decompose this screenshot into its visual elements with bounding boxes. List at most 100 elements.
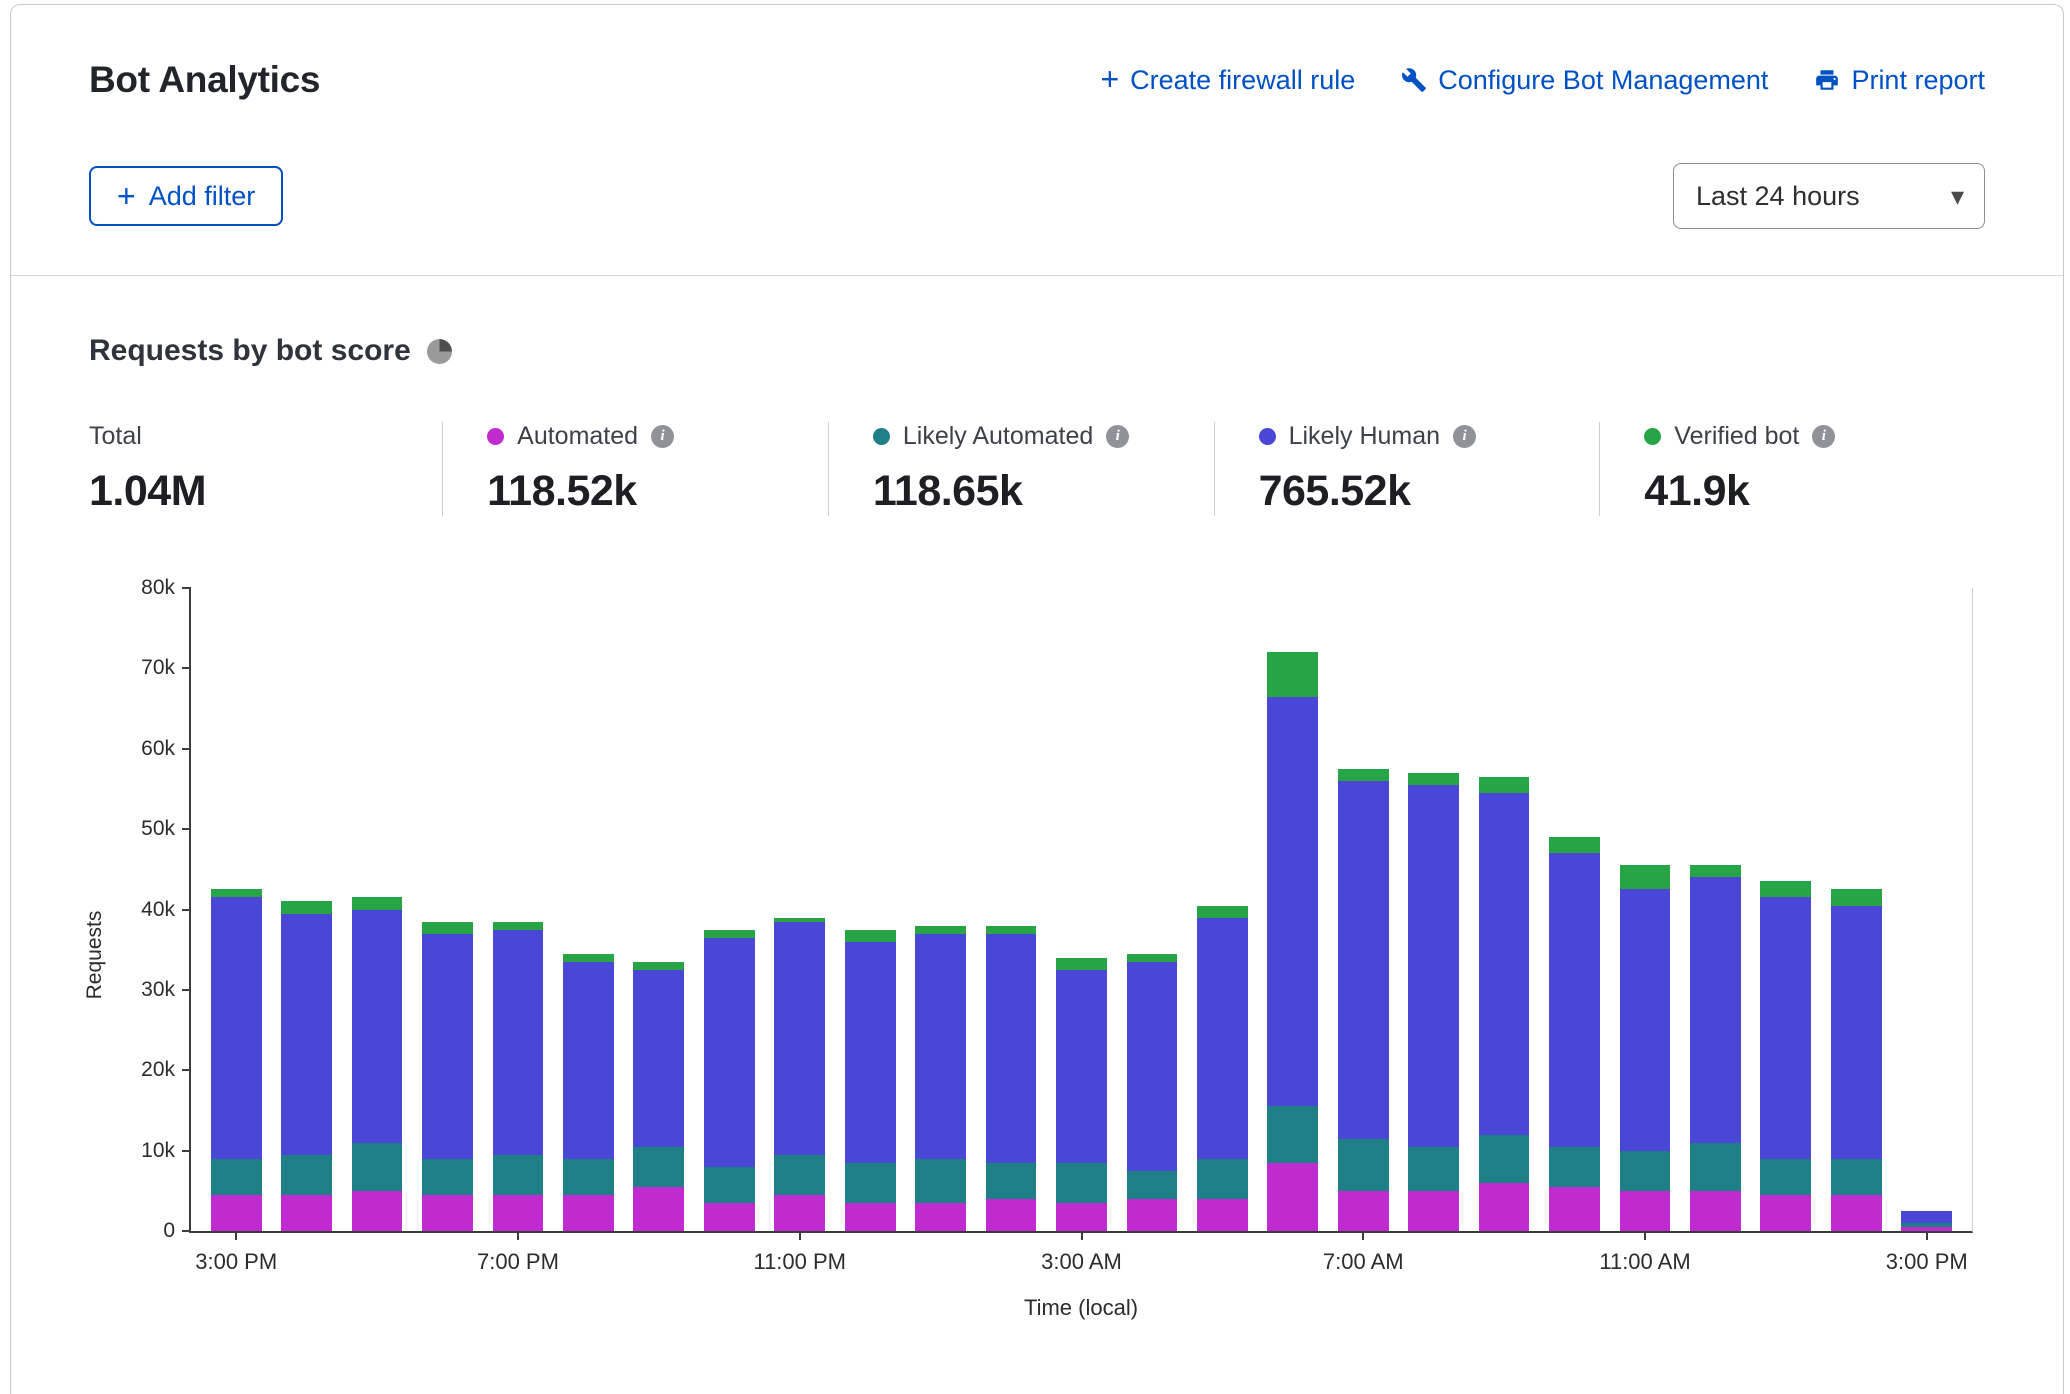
bar-segment-automated[interactable] <box>1831 1195 1882 1231</box>
info-icon[interactable]: i <box>651 425 674 448</box>
bar-segment-likely-human[interactable] <box>1549 853 1600 1146</box>
bar-segment-likely-automated[interactable] <box>563 1159 614 1195</box>
bar-segment-automated[interactable] <box>211 1195 262 1231</box>
bar-segment-automated[interactable] <box>915 1203 966 1231</box>
bar-segment-verified-bot[interactable] <box>422 922 473 934</box>
add-filter-button[interactable]: + Add filter <box>89 166 283 226</box>
bar-segment-verified-bot[interactable] <box>845 930 896 942</box>
bar-segment-likely-human[interactable] <box>1127 962 1178 1171</box>
bar-segment-verified-bot[interactable] <box>1197 906 1248 918</box>
bar-segment-likely-automated[interactable] <box>211 1159 262 1195</box>
bar-segment-likely-automated[interactable] <box>422 1159 473 1195</box>
bar-segment-likely-human[interactable] <box>1620 889 1671 1150</box>
bar-segment-verified-bot[interactable] <box>1760 881 1811 897</box>
info-icon[interactable]: i <box>1453 425 1476 448</box>
stacked-bar-2-00-am[interactable] <box>986 588 1037 1231</box>
bar-segment-likely-automated[interactable] <box>633 1147 684 1187</box>
info-icon[interactable]: i <box>1812 425 1835 448</box>
bar-segment-likely-automated[interactable] <box>281 1155 332 1195</box>
bar-segment-automated[interactable] <box>1338 1191 1389 1231</box>
bar-segment-verified-bot[interactable] <box>1408 773 1459 785</box>
time-range-dropdown[interactable]: Last 24 hours ▾ <box>1673 163 1985 229</box>
bar-segment-verified-bot[interactable] <box>352 897 403 909</box>
bar-segment-automated[interactable] <box>1690 1191 1741 1231</box>
bar-segment-likely-human[interactable] <box>915 934 966 1159</box>
bar-segment-automated[interactable] <box>1760 1195 1811 1231</box>
bar-segment-verified-bot[interactable] <box>563 954 614 962</box>
stacked-bar-3-00-pm[interactable] <box>1901 588 1952 1231</box>
bar-segment-automated[interactable] <box>704 1203 755 1231</box>
bar-segment-verified-bot[interactable] <box>211 889 262 897</box>
bar-segment-likely-human[interactable] <box>633 970 684 1147</box>
bar-segment-likely-human[interactable] <box>1408 785 1459 1147</box>
bar-segment-verified-bot[interactable] <box>1620 865 1671 889</box>
bar-segment-verified-bot[interactable] <box>1479 777 1530 793</box>
stacked-bar-8-00-am[interactable] <box>1408 588 1459 1231</box>
info-icon[interactable]: i <box>1106 425 1129 448</box>
stacked-bar-6-00-pm[interactable] <box>422 588 473 1231</box>
bar-segment-verified-bot[interactable] <box>1690 865 1741 877</box>
stacked-bar-1-00-pm[interactable] <box>1760 588 1811 1231</box>
stacked-bar-8-00-pm[interactable] <box>563 588 614 1231</box>
bar-segment-likely-human[interactable] <box>774 922 825 1155</box>
bar-segment-verified-bot[interactable] <box>1267 652 1318 696</box>
bar-segment-likely-human[interactable] <box>1197 918 1248 1159</box>
bar-segment-likely-automated[interactable] <box>1267 1106 1318 1162</box>
bar-segment-verified-bot[interactable] <box>493 922 544 930</box>
action-link-configure-bot-management[interactable]: Configure Bot Management <box>1401 65 1768 96</box>
bar-segment-likely-automated[interactable] <box>915 1159 966 1203</box>
bar-segment-verified-bot[interactable] <box>704 930 755 938</box>
stacked-bar-3-00-pm[interactable] <box>211 588 262 1231</box>
bar-segment-likely-automated[interactable] <box>1620 1151 1671 1191</box>
stacked-bar-3-00-am[interactable] <box>1056 588 1107 1231</box>
bar-segment-automated[interactable] <box>1267 1163 1318 1231</box>
bar-segment-automated[interactable] <box>1620 1191 1671 1231</box>
bar-segment-likely-automated[interactable] <box>1760 1159 1811 1195</box>
bar-segment-likely-automated[interactable] <box>845 1163 896 1203</box>
stacked-bar-9-00-pm[interactable] <box>633 588 684 1231</box>
bar-segment-likely-human[interactable] <box>281 914 332 1155</box>
bar-segment-likely-human[interactable] <box>1056 970 1107 1163</box>
bar-segment-automated[interactable] <box>1197 1199 1248 1231</box>
bar-segment-likely-human[interactable] <box>986 934 1037 1163</box>
action-link-print-report[interactable]: Print report <box>1814 65 1985 96</box>
bar-segment-verified-bot[interactable] <box>1056 958 1107 970</box>
bar-segment-likely-human[interactable] <box>1267 697 1318 1107</box>
stacked-bar-2-00-pm[interactable] <box>1831 588 1882 1231</box>
bar-segment-likely-automated[interactable] <box>493 1155 544 1195</box>
stacked-bar-10-00-pm[interactable] <box>704 588 755 1231</box>
stacked-bar-5-00-pm[interactable] <box>352 588 403 1231</box>
bar-segment-automated[interactable] <box>352 1191 403 1231</box>
bar-segment-likely-automated[interactable] <box>1338 1139 1389 1191</box>
bar-segment-automated[interactable] <box>422 1195 473 1231</box>
bar-segment-likely-automated[interactable] <box>774 1155 825 1195</box>
stacked-bar-1-00-am[interactable] <box>915 588 966 1231</box>
bar-segment-automated[interactable] <box>1056 1203 1107 1231</box>
bar-segment-likely-human[interactable] <box>493 930 544 1155</box>
bar-segment-likely-human[interactable] <box>704 938 755 1167</box>
bar-segment-verified-bot[interactable] <box>281 901 332 913</box>
stacked-bar-5-00-am[interactable] <box>1197 588 1248 1231</box>
stacked-bar-12-00-pm[interactable] <box>1690 588 1741 1231</box>
bar-segment-automated[interactable] <box>633 1187 684 1231</box>
bar-segment-verified-bot[interactable] <box>1549 837 1600 853</box>
stacked-bar-4-00-am[interactable] <box>1127 588 1178 1231</box>
bar-segment-likely-human[interactable] <box>1479 793 1530 1135</box>
bar-segment-likely-automated[interactable] <box>986 1163 1037 1199</box>
stacked-bar-12-00-am[interactable] <box>845 588 896 1231</box>
stacked-bar-4-00-pm[interactable] <box>281 588 332 1231</box>
bar-segment-likely-human[interactable] <box>352 910 403 1143</box>
bar-segment-likely-human[interactable] <box>1901 1211 1952 1223</box>
bar-segment-automated[interactable] <box>1127 1199 1178 1231</box>
bar-segment-likely-automated[interactable] <box>1549 1147 1600 1187</box>
bar-segment-automated[interactable] <box>281 1195 332 1231</box>
stacked-bar-7-00-am[interactable] <box>1338 588 1389 1231</box>
bar-segment-automated[interactable] <box>563 1195 614 1231</box>
bar-segment-verified-bot[interactable] <box>1831 889 1882 905</box>
bar-segment-automated[interactable] <box>1479 1183 1530 1231</box>
bar-segment-likely-human[interactable] <box>1831 906 1882 1159</box>
bar-segment-likely-human[interactable] <box>1690 877 1741 1142</box>
bar-segment-automated[interactable] <box>774 1195 825 1231</box>
bar-segment-likely-human[interactable] <box>1338 781 1389 1139</box>
bar-segment-likely-human[interactable] <box>211 897 262 1158</box>
